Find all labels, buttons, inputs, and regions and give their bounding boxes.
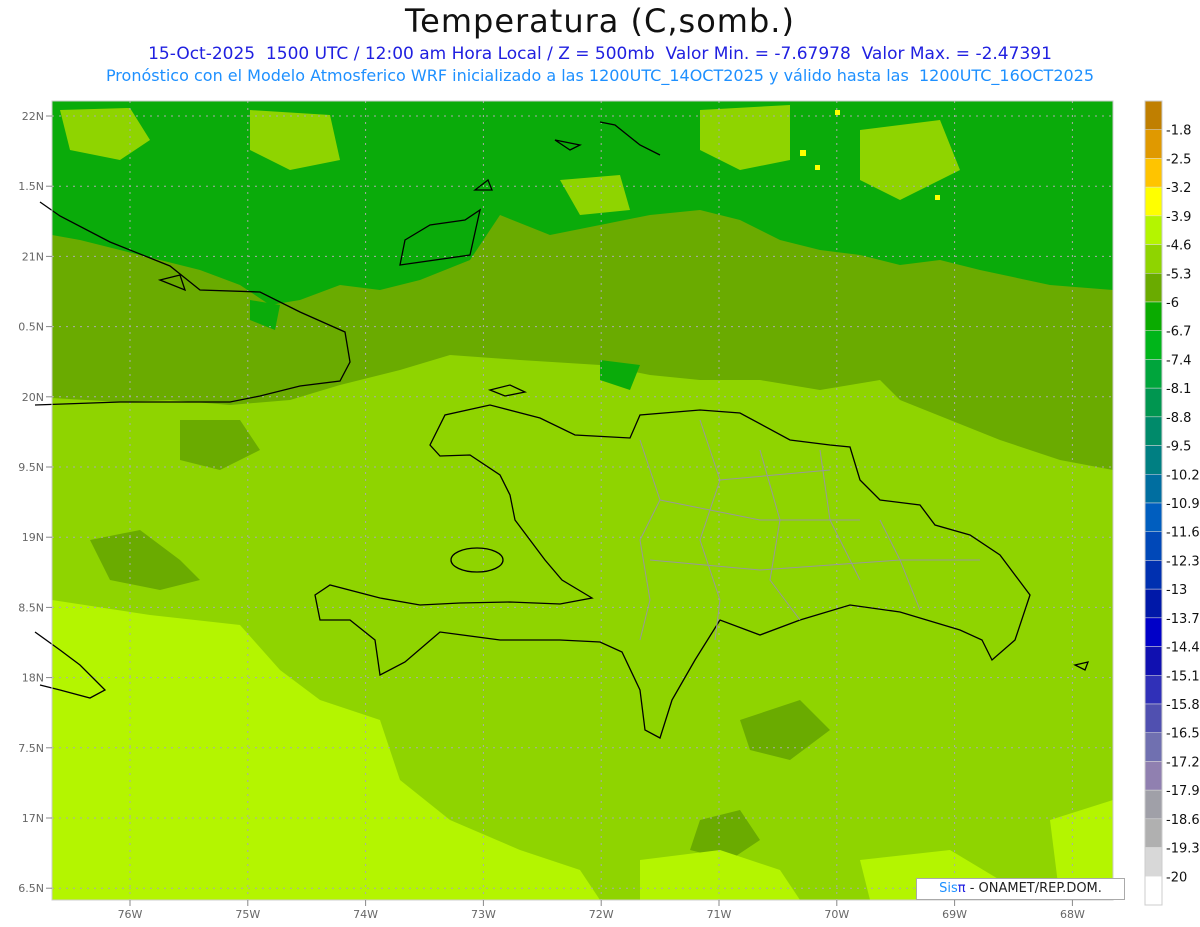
- colorbar-swatch: [1144, 818, 1163, 848]
- colorbar-label: -3.2: [1166, 181, 1191, 196]
- credit-pi: π: [957, 881, 966, 896]
- colorbar-swatch: [1144, 531, 1163, 561]
- lat-label: 18N: [22, 672, 44, 685]
- colorbar-swatch: [1144, 675, 1163, 705]
- colorbar-swatch: [1144, 359, 1163, 389]
- colorbar-label: -13.7: [1166, 612, 1200, 627]
- colorbar-label: -20: [1166, 870, 1187, 885]
- colorbar-label: -2.5: [1166, 152, 1191, 167]
- colorbar-label: -7.4: [1166, 353, 1191, 368]
- colorbar-swatch: [1144, 789, 1163, 820]
- lat-label: 8.5N: [18, 601, 44, 614]
- lon-label: 71W: [707, 908, 732, 921]
- colorbar-swatch: [1144, 876, 1163, 906]
- lat-label: 7.5N: [18, 742, 44, 755]
- colorbar-swatch: [1144, 387, 1163, 418]
- colorbar-swatch: [1144, 445, 1163, 475]
- colorbar-swatch: [1144, 244, 1163, 274]
- colorbar-swatch: [1144, 186, 1163, 217]
- colorbar-label: -17.2: [1166, 755, 1200, 770]
- colorbar-label: -8.8: [1166, 411, 1191, 426]
- colorbar-swatch: [1144, 617, 1163, 647]
- lon-label: 76W: [118, 908, 143, 921]
- credit-box: Sisπ - ONAMET/REP.DOM.: [916, 878, 1125, 900]
- colorbar-swatch: [1144, 703, 1163, 733]
- colorbar-label: -13: [1166, 583, 1187, 598]
- lon-label: 74W: [353, 908, 378, 921]
- colorbar-swatch: [1144, 273, 1163, 303]
- lon-label: 75W: [235, 908, 260, 921]
- colorbar-swatch: [1144, 330, 1163, 360]
- colorbar-label: -6.7: [1166, 325, 1191, 340]
- colorbar-swatch: [1144, 129, 1163, 159]
- map-canvas: 22N 1.5N 21N 0.5N 20N 9.5N 19N 8.5N 18N 7.5N 17N 6.…: [18, 100, 1200, 921]
- colorbar-label: -15.1: [1166, 669, 1200, 684]
- latitude-labels: 22N 1.5N 21N 0.5N 20N 9.5N 19N 8.5N 18N 7.5N 17N 6.…: [18, 110, 52, 895]
- colorbar-label: -17.9: [1166, 784, 1200, 799]
- colorbar-label: -12.3: [1166, 554, 1200, 569]
- longitude-labels: 76W 75W 74W 73W 72W 71W 70W 69W 68W: [118, 900, 1085, 921]
- lat-label: 22N: [22, 110, 44, 123]
- lat-label: 20N: [22, 391, 44, 404]
- colorbar-label: -18.6: [1166, 813, 1200, 828]
- lon-label: 69W: [942, 908, 967, 921]
- credit-onamet: - ONAMET/REP.DOM.: [965, 881, 1102, 896]
- colorbar-label: -15.8: [1166, 698, 1200, 713]
- colorbar: -1.8 -2.5 -3.2 -3.9 -4.6 -5.3 -6 -6.7 -7.4 -8.1 -8…: [1144, 100, 1200, 906]
- colorbar-swatch: [1144, 100, 1163, 130]
- colorbar-swatch: [1144, 502, 1163, 532]
- colorbar-label: -8.1: [1166, 382, 1191, 397]
- lat-label: 6.5N: [18, 882, 44, 895]
- lon-label: 70W: [824, 908, 849, 921]
- colorbar-label: -5.3: [1166, 267, 1191, 282]
- colorbar-label: -10.9: [1166, 497, 1200, 512]
- lon-label: 72W: [589, 908, 614, 921]
- colorbar-label: -16.5: [1166, 727, 1200, 742]
- colorbar-swatch: [1144, 215, 1163, 245]
- colorbar-label: -10.2: [1166, 468, 1200, 483]
- colorbar-swatch: [1144, 732, 1163, 762]
- lat-label: 1.5N: [18, 180, 44, 193]
- colorbar-label: -1.8: [1166, 124, 1191, 139]
- colorbar-swatch: [1144, 646, 1163, 676]
- colorbar-label: -11.6: [1166, 526, 1200, 541]
- colorbar-label: -14.4: [1166, 641, 1200, 656]
- colorbar-label: -19.3: [1166, 842, 1200, 857]
- credit-sis: Sis: [939, 881, 958, 896]
- colorbar-swatch: [1144, 560, 1163, 590]
- lon-label: 73W: [471, 908, 496, 921]
- colorbar-swatch: [1144, 761, 1163, 791]
- colorbar-label: -9.5: [1166, 440, 1191, 455]
- lat-label: 9.5N: [18, 461, 44, 474]
- colorbar-label: -4.6: [1166, 239, 1191, 254]
- colorbar-label: -6: [1166, 296, 1179, 311]
- lat-label: 0.5N: [18, 321, 44, 334]
- lat-label: 19N: [22, 531, 44, 544]
- lat-label: 17N: [22, 812, 44, 825]
- colorbar-label: -3.9: [1166, 210, 1191, 225]
- colorbar-swatch: [1144, 416, 1163, 446]
- temperature-field: [52, 101, 1113, 900]
- colorbar-swatch: [1144, 158, 1163, 188]
- colorbar-swatch: [1144, 847, 1163, 877]
- lat-label: 21N: [22, 250, 44, 263]
- colorbar-swatch: [1144, 301, 1163, 331]
- colorbar-swatch: [1144, 588, 1163, 619]
- lon-label: 68W: [1060, 908, 1085, 921]
- colorbar-swatch: [1144, 474, 1163, 504]
